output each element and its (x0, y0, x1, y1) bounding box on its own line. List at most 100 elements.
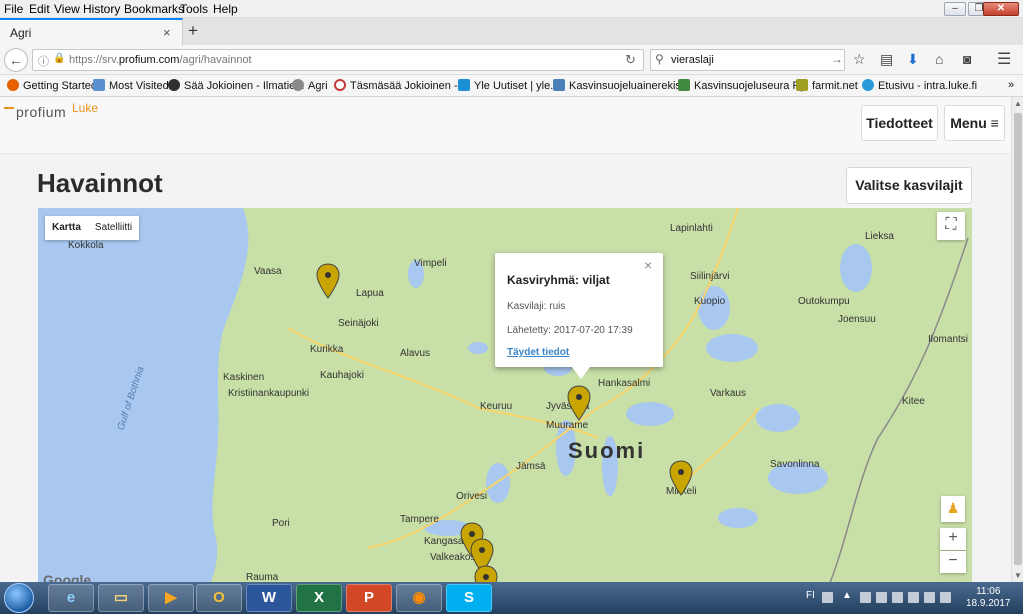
tab-agri[interactable]: Agri × (0, 18, 183, 45)
tray-expand-icon[interactable]: ▲ (842, 590, 852, 601)
info-icon[interactable]: ⓘ (38, 53, 49, 69)
close-window-button[interactable]: ✕ (983, 2, 1019, 16)
start-button[interactable] (4, 583, 34, 613)
menu-file[interactable]: File (4, 2, 23, 16)
back-button[interactable]: ← (4, 48, 28, 72)
select-crops-button[interactable]: Valitse kasvilajit (846, 167, 972, 204)
hamburger-menu-icon[interactable]: ☰ (997, 49, 1011, 69)
scroll-down-icon[interactable]: ▼ (1014, 571, 1022, 580)
menu-tools[interactable]: Tools (180, 2, 208, 16)
bookmark-getting-started[interactable]: Getting Started (7, 79, 97, 92)
bookmark-kasvinsuojeluainerekisteri[interactable]: Kasvinsuojeluainerekis... (553, 79, 690, 92)
menu-edit[interactable]: Edit (29, 2, 50, 16)
clock[interactable]: 11:06 18.9.2017 (966, 586, 1011, 610)
site-icon (168, 79, 180, 91)
lake-shape (756, 404, 800, 432)
observation-marker[interactable] (669, 460, 693, 496)
place-label: Lapua (356, 288, 384, 299)
file-explorer-icon[interactable]: ▭ (98, 584, 144, 612)
menu-help[interactable]: Help (213, 2, 238, 16)
place-label: Kitee (902, 396, 925, 407)
skype-icon[interactable]: S (446, 584, 492, 612)
site-header: profium Luke Tiedotteet Menu ≡ (0, 97, 1011, 154)
place-label: Muurame (546, 420, 589, 431)
search-go-icon[interactable]: → (831, 52, 843, 66)
lake-shape (626, 402, 674, 426)
download-icon[interactable]: ⬇ (907, 51, 919, 68)
bookmark-star-icon[interactable]: ☆ (853, 51, 866, 68)
place-label: Joensuu (838, 314, 876, 325)
network-tray-icon[interactable] (876, 592, 887, 603)
bookmark-farmit[interactable]: farmit.net (796, 79, 858, 92)
menu-history[interactable]: History (83, 2, 120, 16)
lake-shape (486, 463, 510, 503)
word-icon[interactable]: W (246, 584, 292, 612)
language-indicator[interactable]: FI (806, 590, 815, 601)
reload-icon[interactable]: ↻ (625, 52, 636, 68)
google-logo: Google (43, 572, 92, 582)
bookmark-luke-intra[interactable]: Etusivu - intra.luke.fi (862, 79, 977, 92)
firefox-taskbar-icon[interactable]: ◉ (396, 584, 442, 612)
lock-icon: 🔒 (53, 53, 66, 64)
zoom-out-button[interactable]: − (940, 551, 966, 573)
map-type-map-button[interactable]: Kartta (45, 216, 88, 240)
pegman-icon[interactable]: ♟ (941, 496, 965, 522)
menu-bookmarks[interactable]: Bookmarks (124, 2, 184, 16)
bookmark-yle[interactable]: Yle Uutiset | yle.fi (458, 79, 559, 92)
place-label: Vaasa (254, 266, 282, 277)
logo-profium[interactable]: profium (16, 104, 66, 120)
internet-explorer-icon[interactable]: e (48, 584, 94, 612)
map-type-satellite-button[interactable]: Satelliitti (88, 216, 139, 240)
bookmark-agri[interactable]: Agri (292, 79, 328, 92)
url-text: https://srv.profium.com/agri/havainnot (69, 54, 252, 66)
home-icon[interactable]: ⌂ (935, 51, 943, 67)
bookmarks-bar: Getting Started Most Visited Sää Jokioin… (0, 75, 1023, 97)
bookmark-most-visited[interactable]: Most Visited (93, 79, 169, 92)
url-bar[interactable]: ⓘ 🔒 https://srv.profium.com/agri/havainn… (32, 49, 644, 71)
place-label: Ilomantsi (928, 334, 969, 345)
close-icon[interactable]: × (644, 257, 652, 273)
bookmark-kasvinsuojeluseura[interactable]: Kasvinsuojeluseura Ry. (678, 79, 808, 92)
flag-tray-icon[interactable] (892, 592, 903, 603)
media-player-icon[interactable]: ▶ (148, 584, 194, 612)
page-scrollbar[interactable]: ▲ ▼ (1011, 97, 1023, 582)
arrow-left-icon: ← (9, 52, 23, 68)
fullscreen-icon[interactable]: ⛶ (937, 212, 965, 240)
menu-view[interactable]: View (54, 2, 80, 16)
page-title: Havainnot (37, 168, 163, 198)
menu-button[interactable]: Menu ≡ (944, 105, 1005, 141)
excel-icon[interactable]: X (296, 584, 342, 612)
scroll-thumb[interactable] (1014, 113, 1022, 565)
news-button[interactable]: Tiedotteet (861, 105, 938, 141)
volume-icon[interactable] (940, 592, 951, 603)
bookmarks-overflow-icon[interactable]: » (1008, 79, 1014, 91)
full-details-link[interactable]: Täydet tiedot (507, 347, 569, 358)
minimize-button[interactable]: – (944, 2, 966, 16)
bookmark-tasmasaa[interactable]: Täsmäsää Jokioinen - ... (334, 79, 470, 92)
tab-close-icon[interactable]: × (163, 25, 171, 40)
scroll-up-icon[interactable]: ▲ (1014, 99, 1022, 108)
observation-marker[interactable] (316, 263, 340, 299)
observation-marker[interactable] (474, 565, 498, 582)
powerpoint-icon[interactable]: P (346, 584, 392, 612)
zoom-in-button[interactable]: + (940, 528, 966, 550)
observation-map[interactable]: Kokkola Vaasa Lapua Vimpeli Seinäjoki Kurikka… (38, 208, 972, 582)
keyboard-icon[interactable] (822, 592, 833, 603)
place-label: Lieksa (865, 231, 894, 242)
observation-marker-selected[interactable] (567, 385, 591, 421)
place-label: Kaskinen (223, 372, 265, 383)
place-label: Vimpeli (414, 258, 447, 269)
search-box[interactable]: ⚲ vieraslaji → (650, 49, 845, 71)
pocket-icon[interactable]: ◙ (963, 51, 971, 67)
bookmark-saa-jokioinen[interactable]: Sää Jokioinen - Ilmatie... (168, 79, 304, 92)
monitor-tray-icon[interactable] (924, 592, 935, 603)
new-tab-button[interactable]: + (188, 21, 198, 41)
device-tray-icon[interactable] (908, 592, 919, 603)
outlook-icon[interactable]: O (196, 584, 242, 612)
search-input[interactable]: vieraslaji (671, 54, 714, 66)
logo-luke[interactable]: Luke (72, 101, 98, 115)
folder-icon (93, 79, 105, 91)
place-label: Jämsä (516, 461, 546, 472)
mail-tray-icon[interactable] (860, 592, 871, 603)
reading-list-icon[interactable]: ▤ (880, 51, 893, 68)
